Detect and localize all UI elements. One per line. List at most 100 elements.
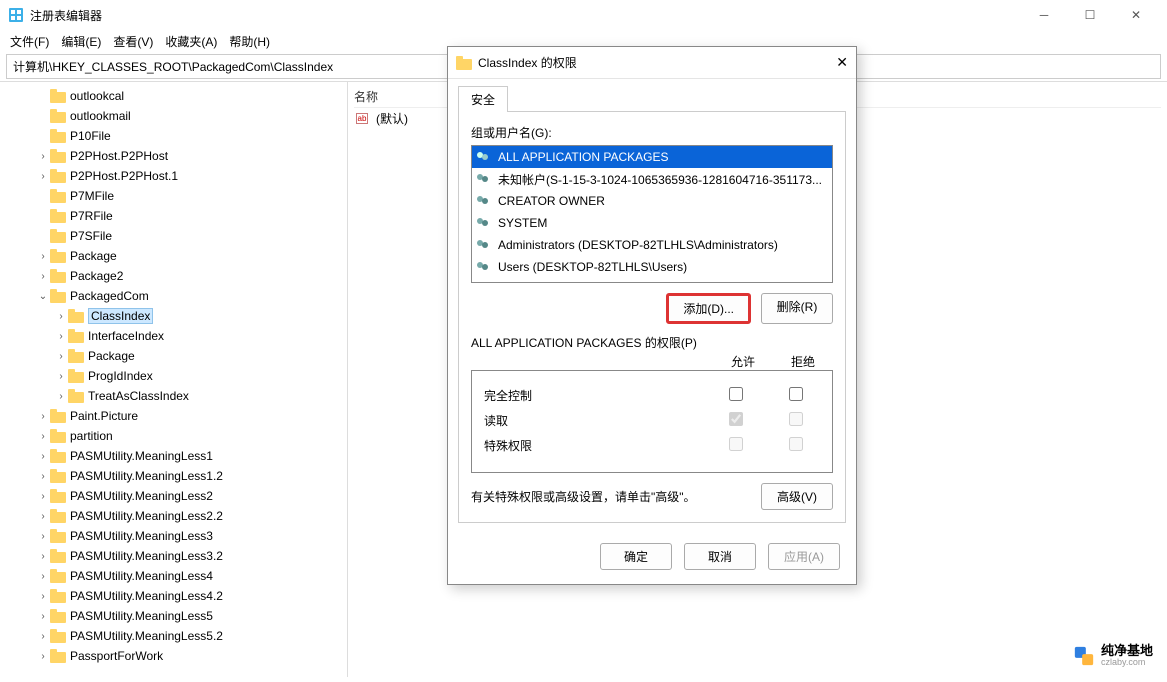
- group-label: 组或用户名(G):: [471, 124, 833, 141]
- tree-item[interactable]: outlookmail: [0, 106, 347, 126]
- tree-item-label: P10File: [70, 129, 111, 143]
- remove-button[interactable]: 删除(R): [761, 293, 833, 324]
- tree-item[interactable]: › ProgIdIndex: [0, 366, 347, 386]
- tree-item[interactable]: ›PASMUtility.MeaningLess1.2: [0, 466, 347, 486]
- minimize-button[interactable]: ─: [1021, 0, 1067, 30]
- group-listbox[interactable]: ALL APPLICATION PACKAGES 未知帐户(S-1-15-3-10…: [471, 145, 833, 283]
- menu-fav[interactable]: 收藏夹(A): [161, 31, 221, 52]
- users-icon: [476, 150, 492, 164]
- chevron-icon[interactable]: ›: [36, 591, 50, 602]
- chevron-icon[interactable]: ›: [36, 611, 50, 622]
- tree-item[interactable]: ›P2PHost.P2PHost.1: [0, 166, 347, 186]
- chevron-icon[interactable]: ›: [36, 511, 50, 522]
- allow-checkbox: [729, 437, 743, 451]
- tab-security[interactable]: 安全: [458, 86, 508, 112]
- tree-item[interactable]: ›PASMUtility.MeaningLess5: [0, 606, 347, 626]
- tree-item[interactable]: ⌄PackagedCom: [0, 286, 347, 306]
- chevron-icon[interactable]: ›: [36, 271, 50, 282]
- permission-row: 完全控制: [478, 387, 826, 404]
- apply-button[interactable]: 应用(A): [768, 543, 840, 570]
- tree-item[interactable]: P7SFile: [0, 226, 347, 246]
- chevron-icon[interactable]: ›: [36, 571, 50, 582]
- chevron-icon[interactable]: ›: [54, 391, 68, 402]
- tree-item[interactable]: ›PASMUtility.MeaningLess5.2: [0, 626, 347, 646]
- menu-edit[interactable]: 编辑(E): [57, 31, 105, 52]
- maximize-button[interactable]: ☐: [1067, 0, 1113, 30]
- chevron-icon[interactable]: ›: [36, 411, 50, 422]
- tree-item[interactable]: ›PASMUtility.MeaningLess2.2: [0, 506, 347, 526]
- chevron-icon[interactable]: ›: [36, 151, 50, 162]
- allow-checkbox[interactable]: [729, 387, 743, 401]
- titlebar: 注册表编辑器 ─ ☐ ✕: [0, 0, 1167, 30]
- tree-item[interactable]: ›PASMUtility.MeaningLess4.2: [0, 586, 347, 606]
- app-icon: [8, 7, 24, 23]
- chevron-icon[interactable]: ›: [36, 471, 50, 482]
- folder-icon: [50, 249, 66, 263]
- tree-item[interactable]: ›ClassIndex: [0, 306, 347, 326]
- column-name[interactable]: 名称: [354, 88, 378, 105]
- permissions-dialog: ClassIndex 的权限 ✕ 安全 组或用户名(G): ALL APPLIC…: [447, 46, 857, 585]
- tree-item-label: PASMUtility.MeaningLess1: [70, 449, 213, 463]
- group-item[interactable]: SYSTEM: [472, 212, 832, 234]
- chevron-icon[interactable]: ›: [54, 311, 68, 322]
- menu-view[interactable]: 查看(V): [109, 31, 157, 52]
- chevron-icon[interactable]: ›: [36, 251, 50, 262]
- chevron-icon[interactable]: ›: [36, 491, 50, 502]
- dialog-close-button[interactable]: ✕: [836, 54, 848, 71]
- chevron-icon[interactable]: ›: [36, 551, 50, 562]
- advanced-hint: 有关特殊权限或高级设置，请单击"高级"。: [471, 488, 761, 505]
- tree-item[interactable]: P7MFile: [0, 186, 347, 206]
- chevron-icon[interactable]: ›: [36, 431, 50, 442]
- tree-item[interactable]: ›PASMUtility.MeaningLess4: [0, 566, 347, 586]
- chevron-icon[interactable]: ⌄: [36, 291, 50, 302]
- tree-item[interactable]: ›Package: [0, 246, 347, 266]
- registry-tree[interactable]: outlookcaloutlookmailP10File›P2PHost.P2P…: [0, 82, 348, 677]
- chevron-icon[interactable]: ›: [36, 631, 50, 642]
- add-button[interactable]: 添加(D)...: [666, 293, 751, 324]
- tree-item[interactable]: › P2PHost.P2PHost: [0, 146, 347, 166]
- tree-item[interactable]: ›Package: [0, 346, 347, 366]
- folder-icon: [50, 629, 66, 643]
- tree-item-label: P2PHost.P2PHost: [70, 149, 168, 163]
- tree-item[interactable]: › InterfaceIndex: [0, 326, 347, 346]
- group-item[interactable]: Administrators (DESKTOP-82TLHLS\Administ…: [472, 234, 832, 256]
- deny-checkbox[interactable]: [789, 387, 803, 401]
- menu-help[interactable]: 帮助(H): [225, 31, 274, 52]
- chevron-icon[interactable]: ›: [54, 371, 68, 382]
- tree-item-label: TreatAsClassIndex: [88, 389, 189, 403]
- tree-item[interactable]: ›PassportForWork: [0, 646, 347, 666]
- tree-item-label: InterfaceIndex: [88, 329, 164, 343]
- chevron-icon[interactable]: ›: [36, 531, 50, 542]
- tree-item[interactable]: › TreatAsClassIndex: [0, 386, 347, 406]
- tree-item[interactable]: ›PASMUtility.MeaningLess3: [0, 526, 347, 546]
- folder-icon: [50, 549, 66, 563]
- group-label: ALL APPLICATION PACKAGES: [498, 150, 669, 164]
- tree-item[interactable]: › PASMUtility.MeaningLess1: [0, 446, 347, 466]
- chevron-icon[interactable]: ›: [54, 351, 68, 362]
- group-item[interactable]: ALL APPLICATION PACKAGES: [472, 146, 832, 168]
- chevron-icon[interactable]: ›: [36, 451, 50, 462]
- close-button[interactable]: ✕: [1113, 0, 1159, 30]
- ok-button[interactable]: 确定: [600, 543, 672, 570]
- chevron-icon[interactable]: ›: [36, 171, 50, 182]
- permission-row: 特殊权限: [478, 437, 826, 454]
- tree-item-label: ProgIdIndex: [88, 369, 153, 383]
- tree-item[interactable]: ›Package2: [0, 266, 347, 286]
- tree-item[interactable]: P7RFile: [0, 206, 347, 226]
- tree-item[interactable]: ›PASMUtility.MeaningLess3.2: [0, 546, 347, 566]
- tree-item[interactable]: P10File: [0, 126, 347, 146]
- cancel-button[interactable]: 取消: [684, 543, 756, 570]
- advanced-button[interactable]: 高级(V): [761, 483, 833, 510]
- group-item[interactable]: Users (DESKTOP-82TLHLS\Users): [472, 256, 832, 278]
- tree-item[interactable]: ›PASMUtility.MeaningLess2: [0, 486, 347, 506]
- group-item[interactable]: CREATOR OWNER: [472, 190, 832, 212]
- col-allow: 允许: [713, 353, 773, 370]
- tree-item[interactable]: ›partition: [0, 426, 347, 446]
- chevron-icon[interactable]: ›: [54, 331, 68, 342]
- chevron-icon[interactable]: ›: [36, 651, 50, 662]
- group-item[interactable]: 未知帐户(S-1-15-3-1024-1065365936-1281604716…: [472, 168, 832, 190]
- tree-item[interactable]: outlookcal: [0, 86, 347, 106]
- tree-item[interactable]: ›Paint.Picture: [0, 406, 347, 426]
- tree-item-label: outlookmail: [70, 109, 131, 123]
- menu-file[interactable]: 文件(F): [6, 31, 53, 52]
